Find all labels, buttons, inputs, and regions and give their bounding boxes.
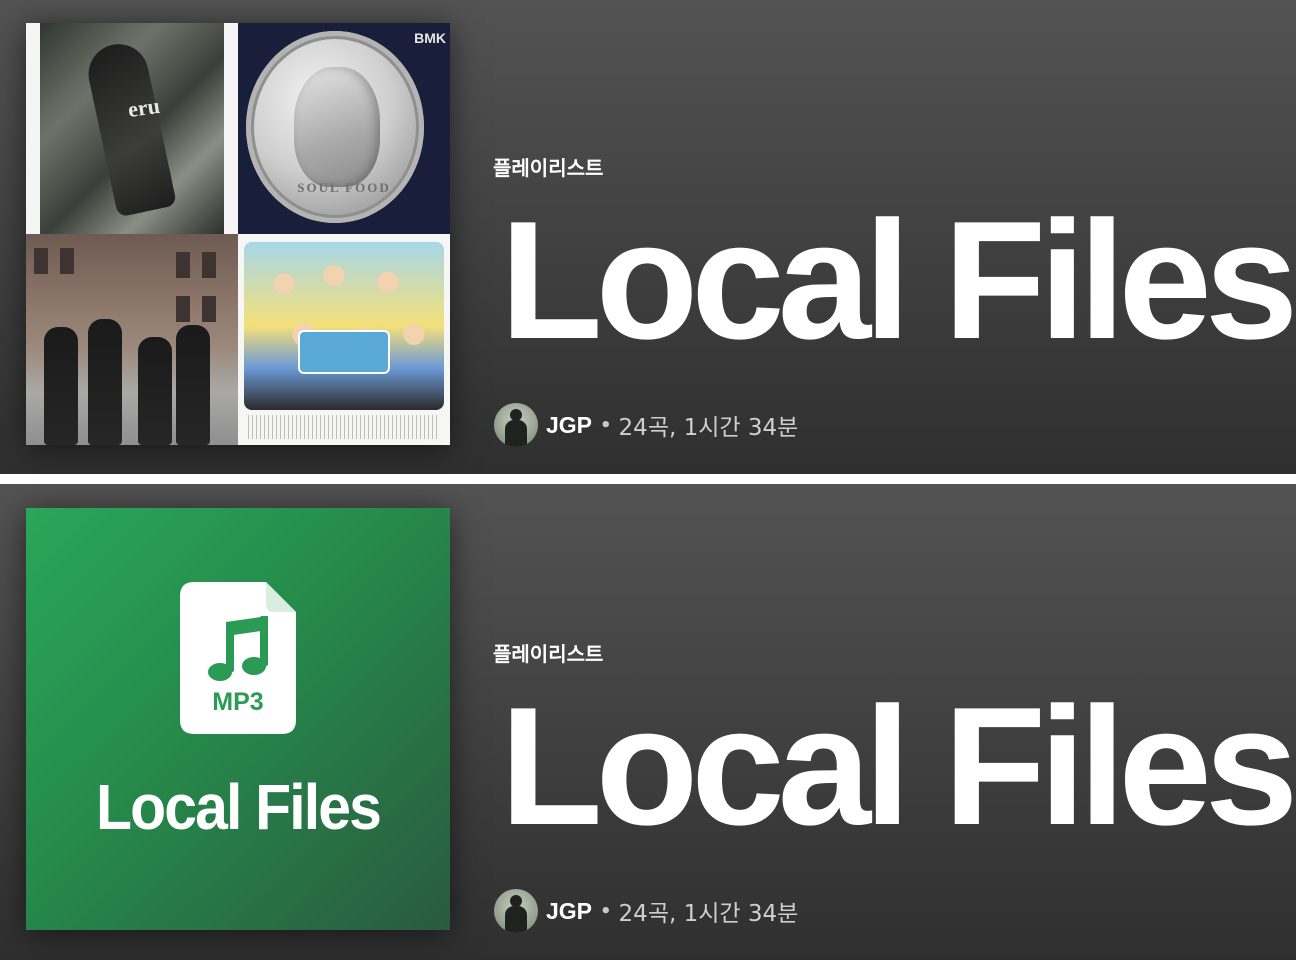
window (34, 248, 48, 274)
album-art-coin: BMK SOUL FOOD (238, 23, 450, 234)
window (176, 296, 190, 322)
avatar[interactable] (494, 889, 538, 933)
coin-text: SOUL FOOD (297, 180, 391, 195)
album-art-logo: BMK (414, 30, 446, 46)
playlist-title: Local Files (500, 672, 1296, 860)
person-figure (88, 319, 122, 445)
separator-dot: • (600, 900, 612, 922)
playlist-meta: JGP • 24곡, 1시간 34분 (494, 889, 798, 933)
album-art-cartoon (238, 234, 450, 445)
playlist-stats: 24곡, 1시간 34분 (618, 901, 799, 927)
cover-title: Local Files (95, 771, 382, 843)
separator-dot: • (600, 414, 612, 436)
street-photo (40, 23, 224, 234)
window (176, 252, 190, 278)
album-art-text: eru (126, 92, 162, 123)
window (202, 252, 216, 278)
cartoon-sign (298, 330, 390, 374)
fine-print (248, 415, 440, 439)
owner-link[interactable]: JGP (546, 898, 592, 925)
person-figure (138, 337, 172, 445)
person-figure (44, 327, 78, 445)
playlist-cover-mosaic[interactable]: eru BMK SOUL FOOD (26, 23, 450, 445)
playlist-type-label: 플레이리스트 (493, 642, 604, 666)
playlist-type-label: 플레이리스트 (493, 156, 604, 180)
playlist-meta: JGP • 24곡, 1시간 34분 (494, 403, 798, 447)
cartoon-crowd (244, 242, 444, 410)
playlist-header-local-files: MP3 Local Files 플레이리스트 Local Files JGP •… (0, 484, 1296, 960)
window (202, 296, 216, 322)
playlist-cover-local-files[interactable]: MP3 Local Files (26, 508, 450, 930)
person-figure (176, 325, 210, 445)
album-art-eru: eru (26, 23, 238, 234)
mp3-badge: MP3 (212, 688, 264, 716)
avatar[interactable] (494, 403, 538, 447)
window (60, 248, 74, 274)
playlist-title: Local Files (500, 186, 1296, 374)
playlist-header-mosaic: eru BMK SOUL FOOD 플레이리스트 Local Files JGP… (0, 0, 1296, 474)
album-art-street (26, 234, 238, 445)
playlist-stats: 24곡, 1시간 34분 (618, 415, 799, 441)
owner-link[interactable]: JGP (546, 412, 592, 439)
